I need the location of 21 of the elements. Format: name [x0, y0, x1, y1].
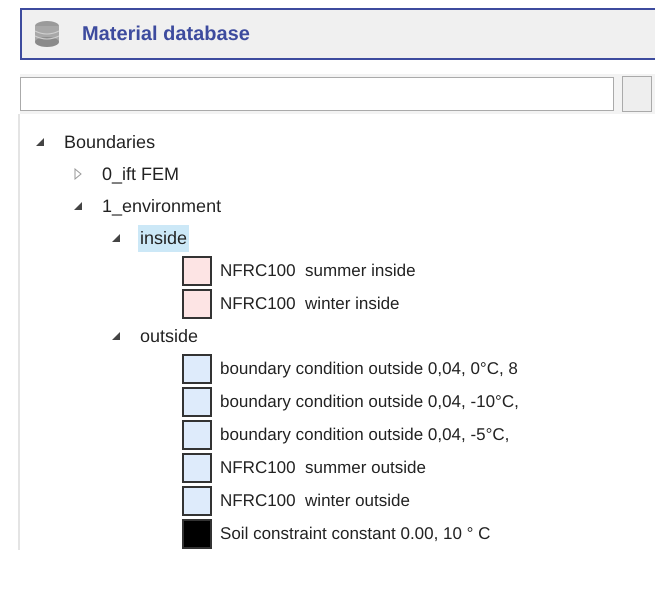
collapse-arrow-icon[interactable] — [35, 137, 45, 147]
expand-arrow-icon[interactable] — [74, 168, 82, 180]
material-label[interactable]: Soil constraint constant 0.00, 10 ° C — [220, 520, 490, 546]
tree-node-label[interactable]: 1_environment — [100, 192, 224, 220]
material-label[interactable]: NFRC100 winter outside — [220, 488, 410, 514]
material-label[interactable]: NFRC100 winter inside — [220, 290, 400, 316]
collapse-arrow-icon[interactable] — [111, 233, 121, 243]
search-field[interactable] — [20, 77, 614, 111]
collapse-arrow-icon[interactable] — [111, 331, 121, 341]
material-label[interactable]: boundary condition outside 0,04, -5°C, — [220, 422, 510, 448]
collapse-arrow-icon[interactable] — [73, 201, 83, 211]
panel-title: Material database — [82, 22, 250, 47]
database-icon — [32, 19, 62, 49]
tree-node-label[interactable]: 0_ift FEM — [100, 160, 182, 188]
tree-node-label[interactable]: outside — [138, 322, 200, 350]
tree-node-label[interactable]: inside — [138, 224, 190, 252]
material-label[interactable]: boundary condition outside 0,04, 0°C, 8 — [220, 356, 518, 382]
tree-node-label[interactable]: Boundaries — [62, 128, 158, 156]
material-label[interactable]: NFRC100 summer inside — [220, 258, 416, 284]
material-label[interactable]: NFRC100 summer outside — [220, 454, 426, 480]
material-label[interactable]: boundary condition outside 0,04, -10°C, — [220, 388, 519, 414]
